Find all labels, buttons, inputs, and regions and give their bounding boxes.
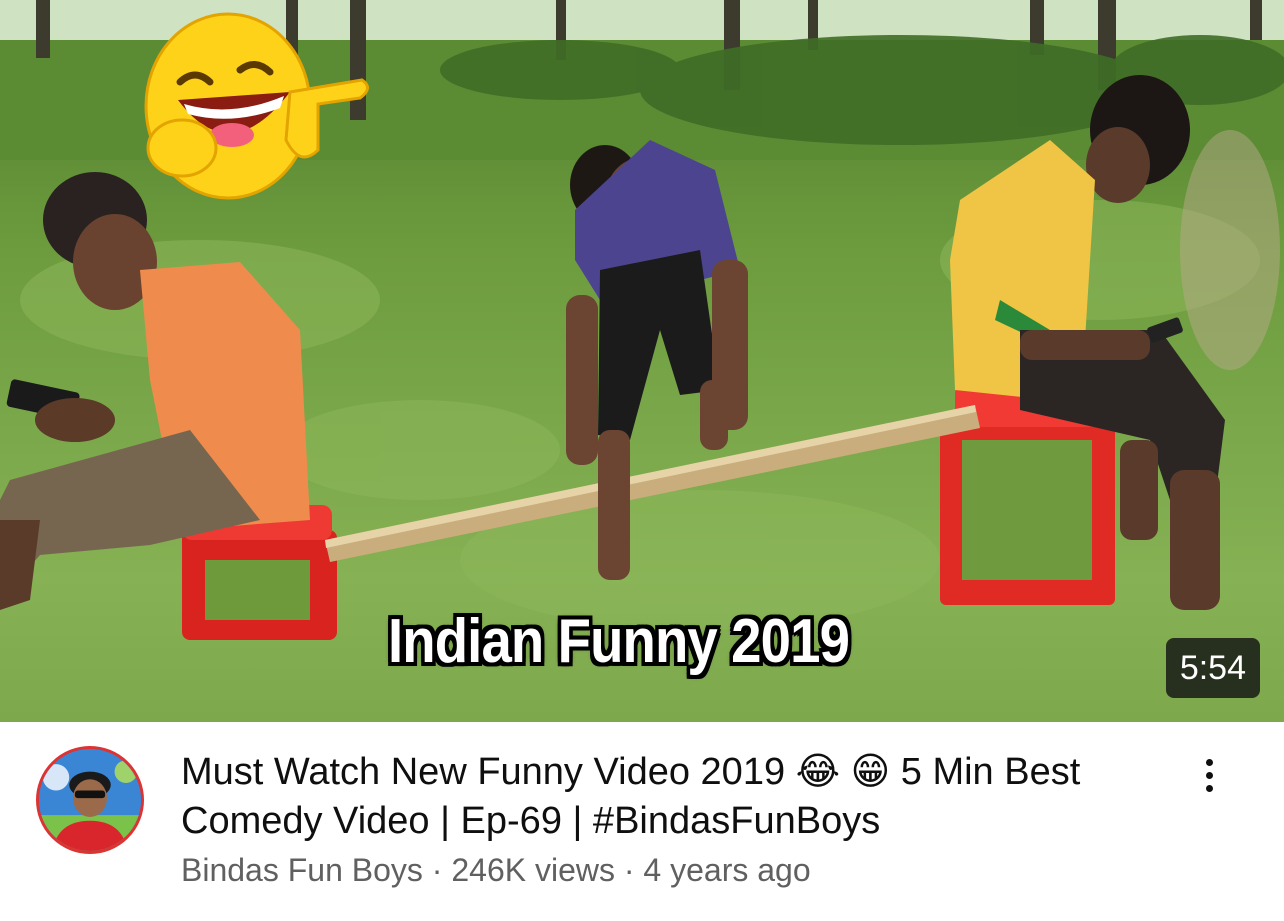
video-title[interactable]: Must Watch New Funny Video 2019 😂 😁 5 Mi…	[181, 748, 1171, 846]
upload-age: 4 years ago	[643, 852, 811, 888]
byline-separator: ·	[614, 852, 644, 888]
video-meta: Must Watch New Funny Video 2019 😂 😁 5 Mi…	[0, 722, 1284, 921]
video-thumbnail[interactable]: Indian Funny 2019 5:54	[0, 0, 1284, 722]
thumbnail-caption: Indian Funny 2019	[388, 607, 850, 676]
duration-badge: 5:54	[1165, 638, 1260, 698]
video-card[interactable]: Indian Funny 2019 5:54 Must Watch New Fu…	[0, 0, 1284, 921]
view-count: 246K views	[451, 852, 615, 888]
more-dot	[1205, 784, 1213, 792]
byline-separator: ·	[422, 852, 452, 888]
channel-name[interactable]: Bindas Fun Boys	[181, 852, 423, 888]
more-dot	[1205, 758, 1213, 766]
more-vertical-icon[interactable]	[1186, 752, 1232, 798]
video-byline: Bindas Fun Boys · 246K views · 4 years a…	[181, 850, 811, 890]
more-dot	[1205, 771, 1213, 779]
channel-avatar[interactable]	[36, 746, 144, 854]
avatar-image	[39, 749, 141, 851]
